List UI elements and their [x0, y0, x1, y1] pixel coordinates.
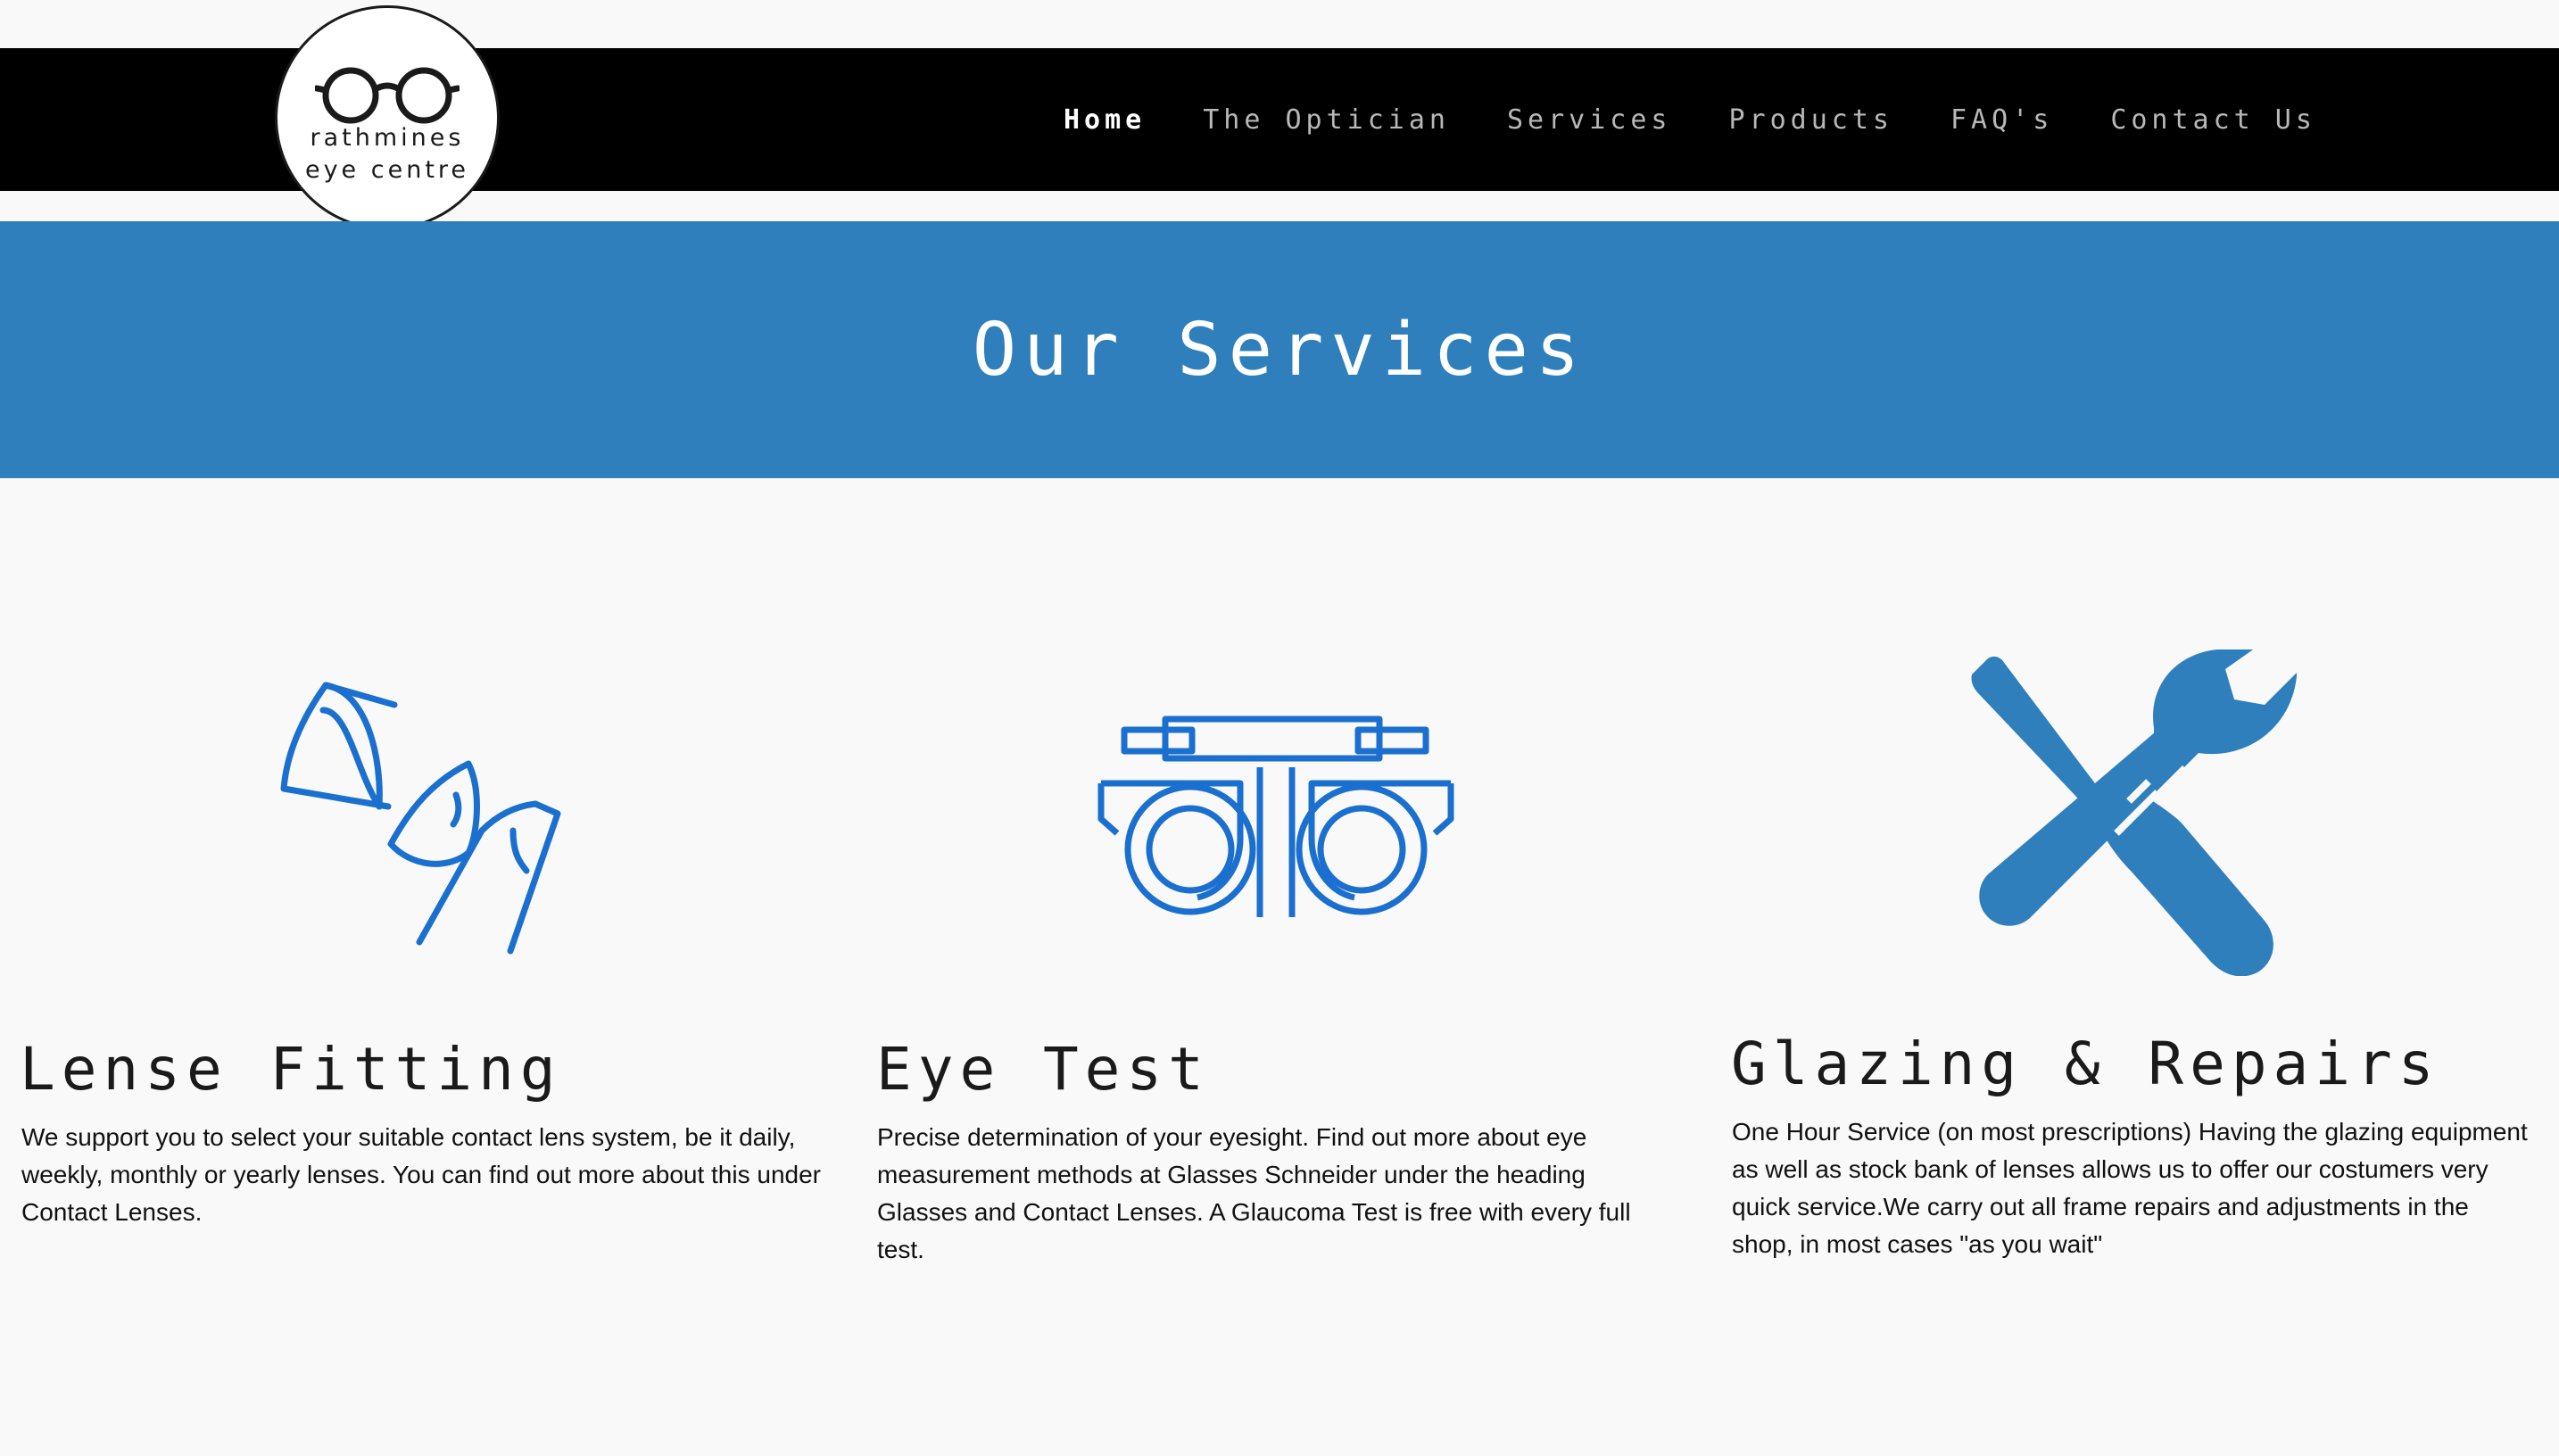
logo-text-line2: eye centre: [304, 156, 470, 184]
nav-faqs[interactable]: FAQ's: [1950, 104, 2053, 136]
page-title: Our Services: [972, 307, 1587, 393]
glasses-icon: [315, 67, 460, 124]
nav-the-optician[interactable]: The Optician: [1203, 104, 1450, 136]
logo-text-line1: rathmines: [310, 124, 465, 152]
page: rathmines eye centre Home The Optician S…: [0, 0, 2559, 1456]
service-title: Glazing & Repairs: [1731, 1030, 2440, 1098]
service-description: One Hour Service (on most prescriptions)…: [1732, 1118, 2528, 1258]
trial-frame-icon: [1097, 716, 1454, 917]
hero-banner: Our Services: [0, 221, 2559, 478]
nav-products[interactable]: Products: [1729, 104, 1894, 136]
service-description: Precise determination of your eyesight. …: [877, 1123, 1631, 1263]
nav-contact-us[interactable]: Contact Us: [2110, 104, 2316, 136]
site-logo[interactable]: rathmines eye centre: [275, 5, 500, 230]
service-title: Lense Fitting: [20, 1035, 562, 1104]
main-nav: Home The Optician Services Products FAQ'…: [1035, 48, 2345, 191]
service-title: Eye Test: [876, 1035, 1210, 1104]
nav-services[interactable]: Services: [1507, 104, 1672, 136]
contact-lens-icon: [280, 682, 561, 955]
service-description: We support you to select your suitable c…: [21, 1123, 821, 1226]
nav-home[interactable]: Home: [1064, 104, 1146, 136]
tools-icon: [1971, 649, 2297, 976]
